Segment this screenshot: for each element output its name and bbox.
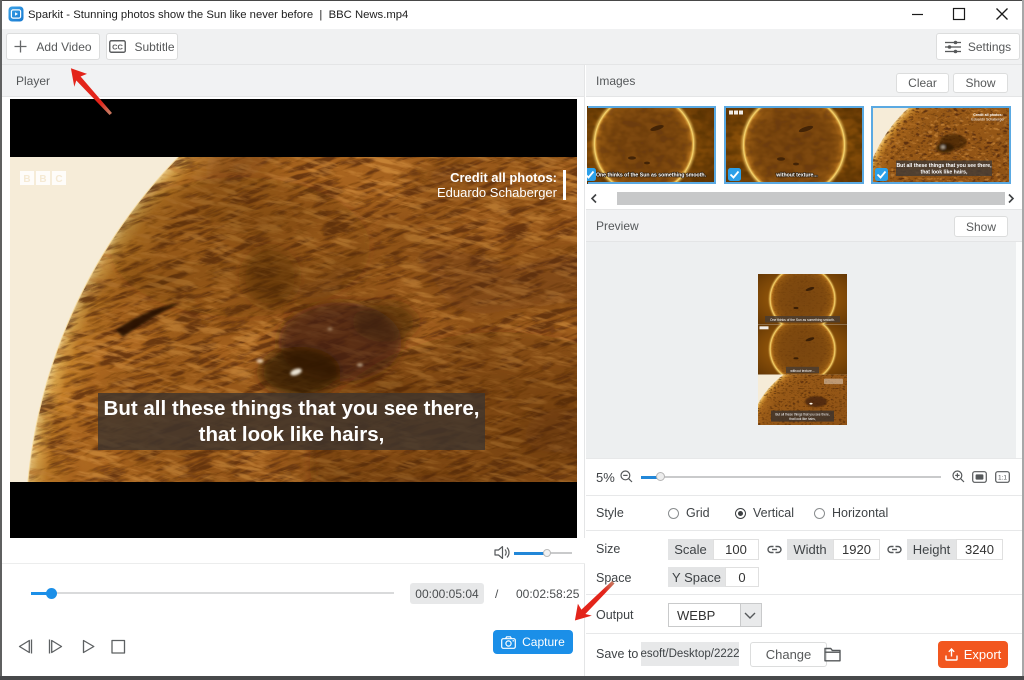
- svg-text:that look like hairs,: that look like hairs,: [921, 170, 969, 176]
- svg-text:But all these things that you: But all these things that you see there,: [896, 163, 992, 169]
- svg-text:1:1: 1:1: [998, 475, 1007, 482]
- svg-text:without texture...: without texture...: [790, 369, 814, 373]
- svg-text:One thinks of the Sun as somet: One thinks of the Sun as something smoot…: [596, 173, 707, 179]
- svg-text:without texture...: without texture...: [775, 173, 818, 179]
- svg-text:B: B: [39, 174, 46, 185]
- svg-text:One thinks of the Sun as somet: One thinks of the Sun as something smoot…: [770, 318, 835, 322]
- svg-text:CC: CC: [113, 43, 124, 52]
- svg-text:C: C: [55, 174, 62, 185]
- svg-text:B: B: [23, 174, 30, 185]
- svg-text:But all these things that you: But all these things that you see there,: [775, 413, 829, 417]
- svg-text:Eduardo Schaberger: Eduardo Schaberger: [971, 118, 1005, 122]
- svg-text:Credit all photos:: Credit all photos:: [973, 113, 1003, 117]
- svg-text:that look like hairs,: that look like hairs,: [789, 417, 816, 421]
